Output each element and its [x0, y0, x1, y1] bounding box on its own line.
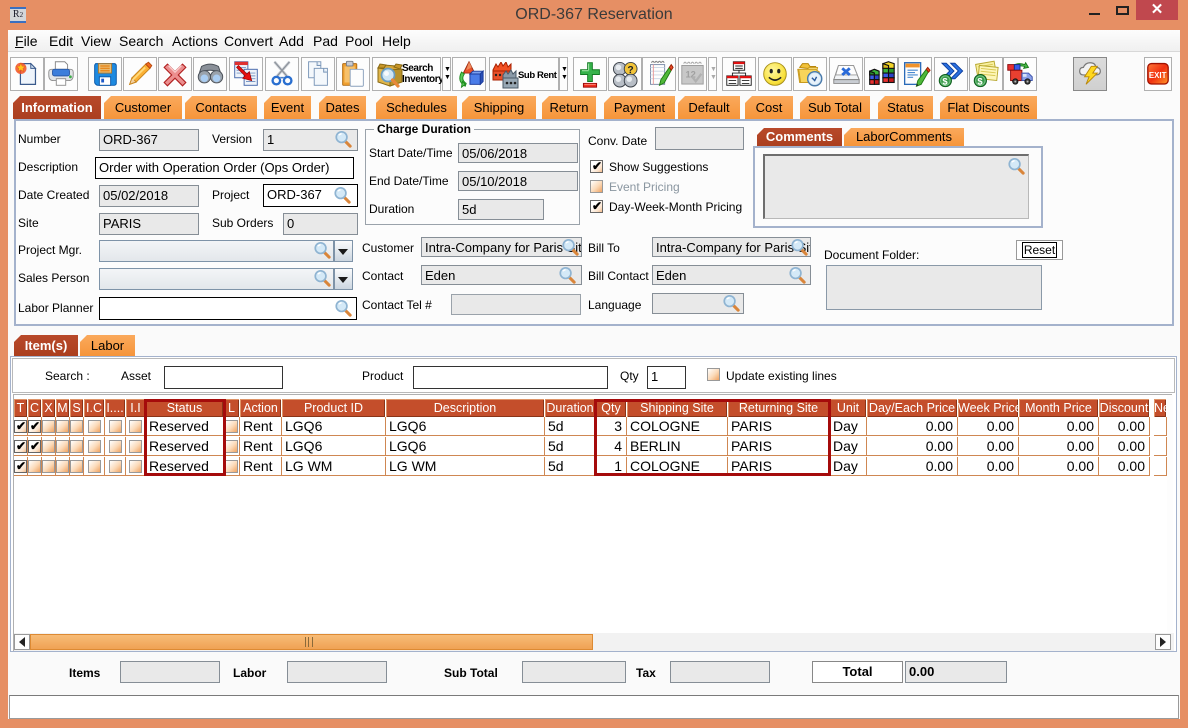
svg-text:$: $: [977, 76, 983, 87]
svg-text:$: $: [942, 76, 948, 87]
svg-text:EXIT: EXIT: [1149, 71, 1167, 80]
